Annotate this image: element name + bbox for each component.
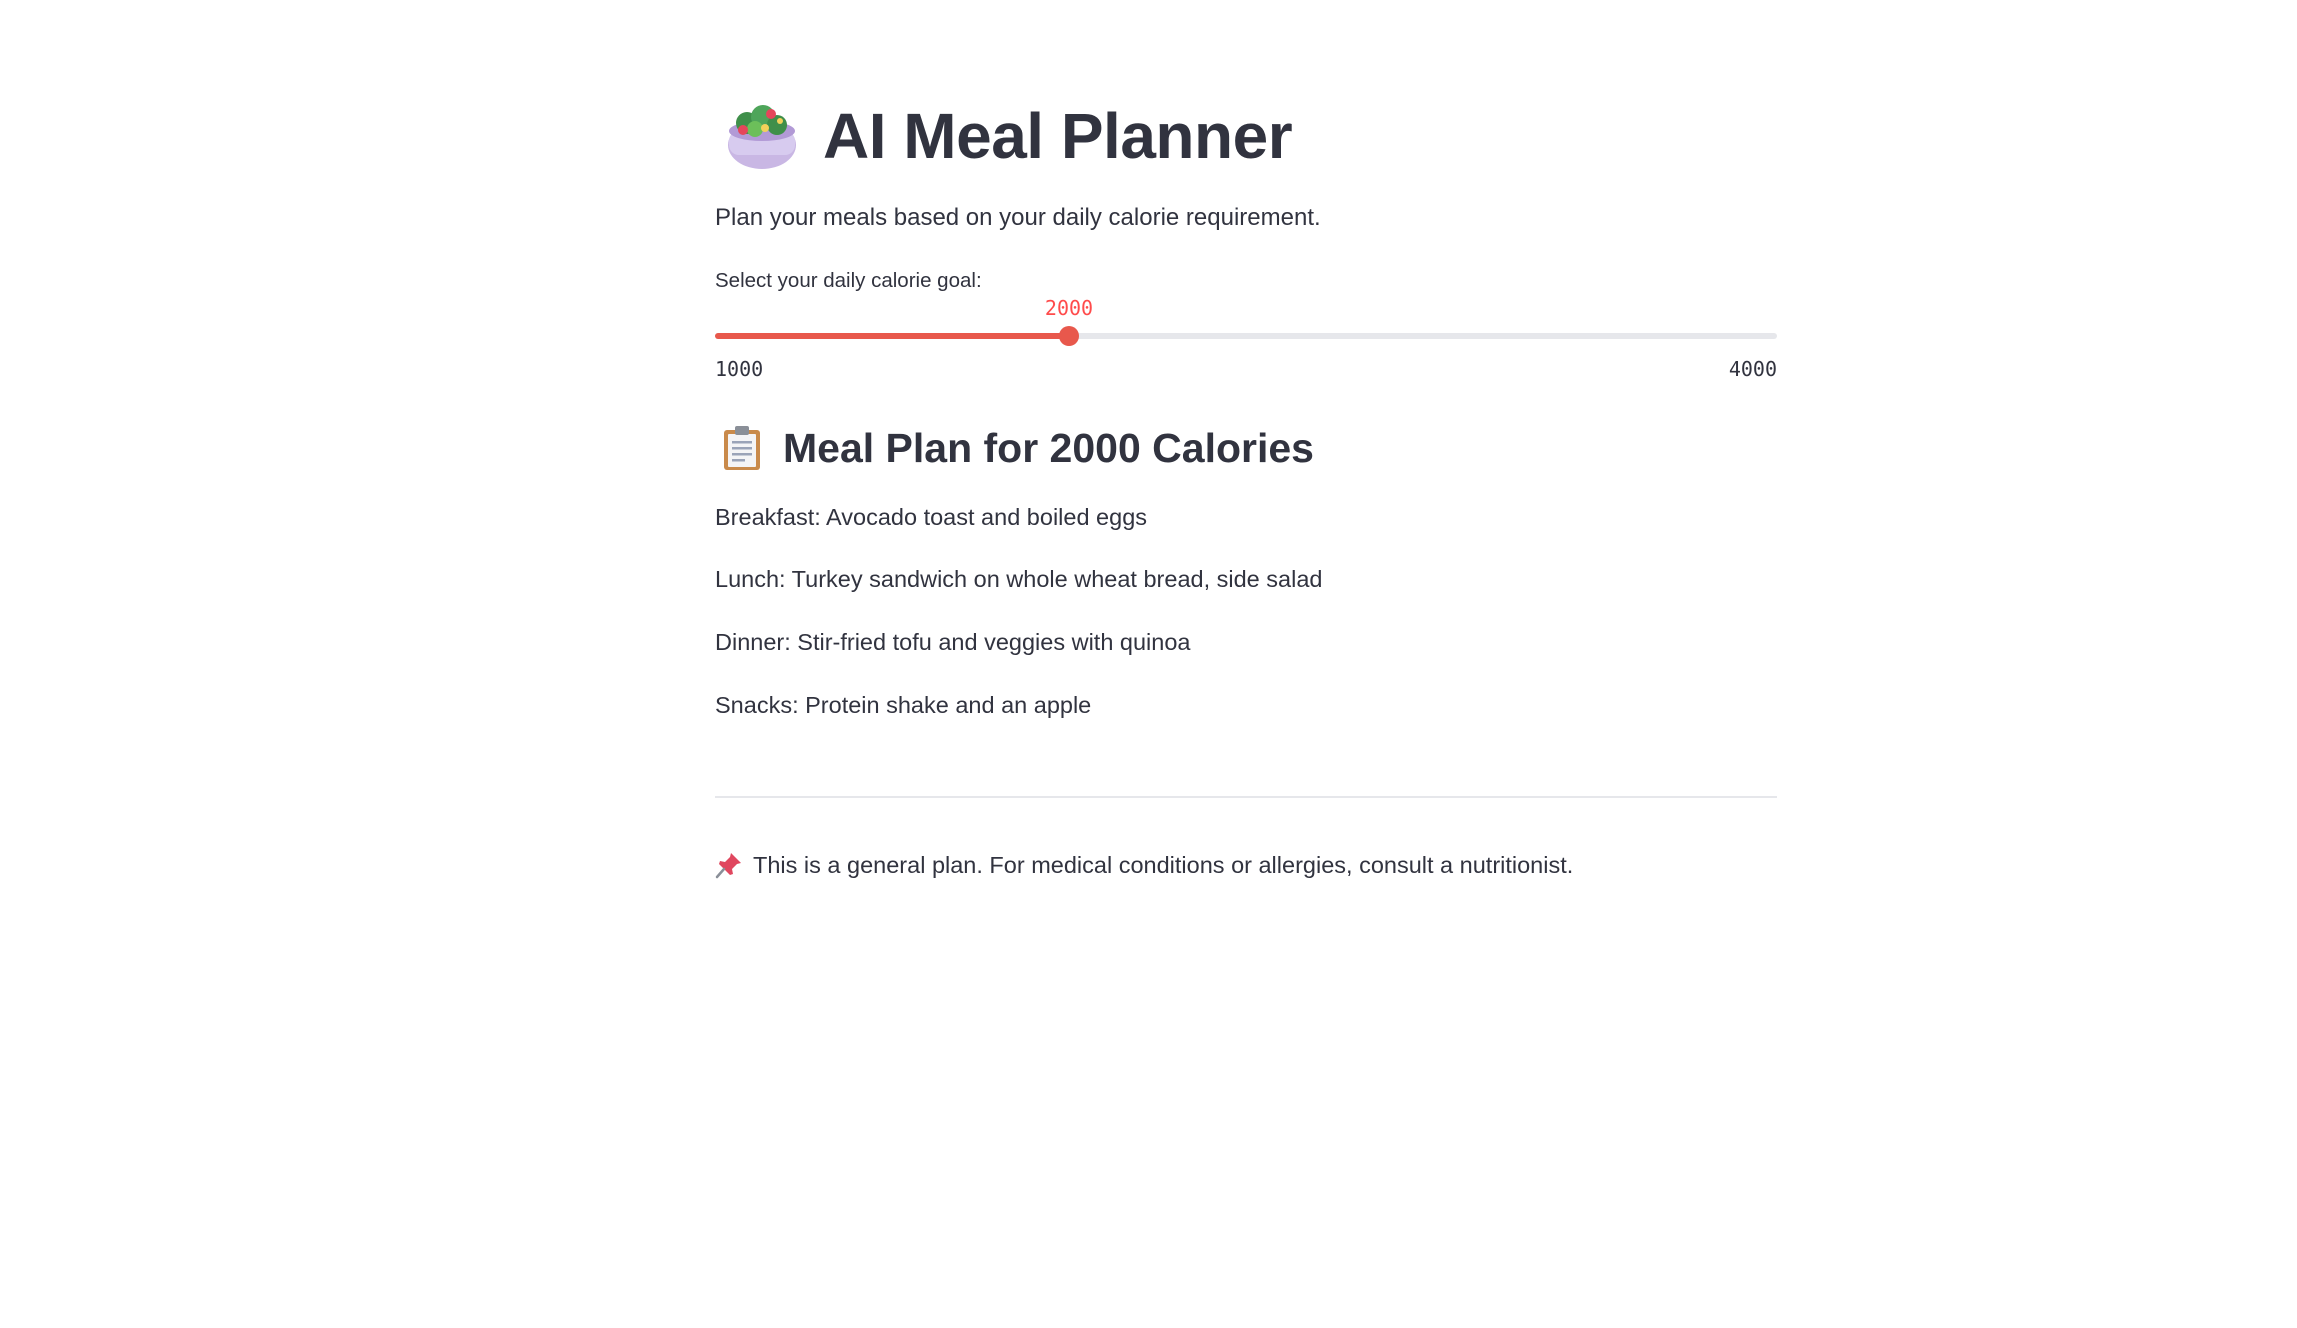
meal-item-dinner: Dinner: Stir-fried tofu and veggies with… [715,629,1191,655]
pushpin-icon [715,853,741,879]
meal-plan-title: Meal Plan for 2000 Calories [783,424,1314,471]
slider-thumb[interactable] [1059,326,1079,346]
page-title: AI Meal Planner [715,88,1293,184]
calorie-slider[interactable]: 2000 1000 4000 [715,295,1777,385]
slider-fill [715,333,1069,339]
calorie-slider-label: Select your daily calorie goal: [715,269,982,292]
meal-plan-heading: Meal Plan for 2000 Calories [715,418,1314,478]
divider [715,796,1777,798]
meal-item-lunch: Lunch: Turkey sandwich on whole wheat br… [715,566,1323,592]
meal-item-snacks: Snacks: Protein shake and an apple [715,692,1092,718]
slider-max-label: 4000 [1728,357,1777,381]
page-subtitle: Plan your meals based on your daily calo… [715,204,1321,231]
disclaimer-note: This is a general plan. For medical cond… [715,848,1573,882]
clipboard-icon [724,426,760,470]
disclaimer-text: This is a general plan. For medical cond… [753,852,1574,878]
salad-bowl-icon [728,105,796,169]
page-title-text: AI Meal Planner [823,100,1293,172]
slider-current-value: 2000 [1044,296,1094,320]
meal-item-breakfast: Breakfast: Avocado toast and boiled eggs [715,504,1148,530]
slider-min-label: 1000 [715,357,764,381]
